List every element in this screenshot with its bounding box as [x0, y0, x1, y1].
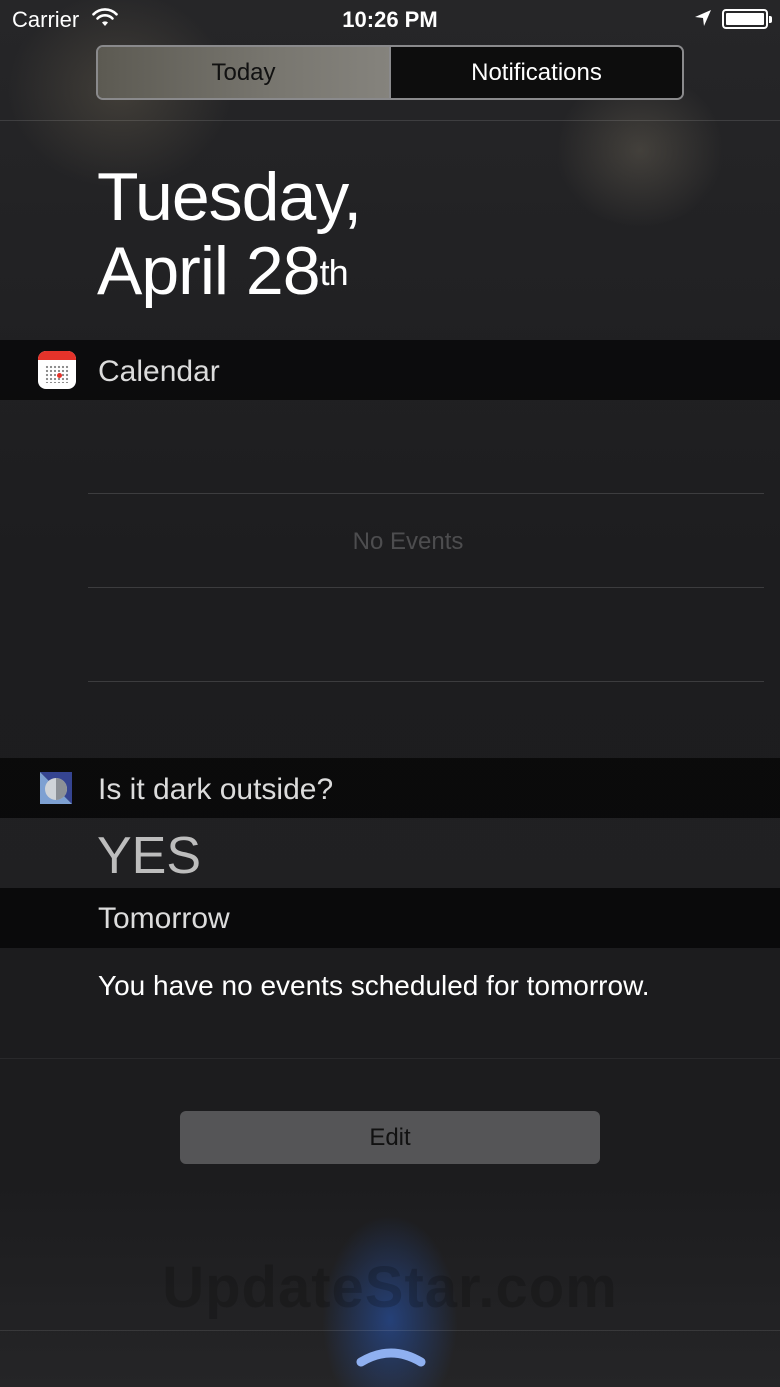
dark-outside-icon — [40, 772, 72, 804]
tomorrow-widget-title: Tomorrow — [98, 902, 230, 935]
battery-nub — [769, 16, 772, 23]
date-month-day-text: April 28 — [97, 233, 321, 309]
status-time: 10:26 PM — [342, 7, 438, 32]
tomorrow-summary: You have no events scheduled for tomorro… — [98, 970, 650, 1001]
battery-icon — [722, 9, 772, 29]
tab-notifications[interactable]: Notifications — [389, 47, 682, 98]
calendar-row-divider — [88, 493, 764, 494]
dark-outside-widget-title: Is it dark outside? — [98, 773, 334, 806]
date-heading: Tuesday, April 28th — [97, 159, 362, 308]
date-weekday: Tuesday, — [97, 159, 362, 235]
dark-outside-widget-header[interactable]: Is it dark outside? — [0, 758, 780, 818]
calendar-icon-today-dot — [57, 373, 62, 378]
calendar-row-divider — [88, 587, 764, 588]
no-events-label: No Events — [352, 528, 464, 555]
divider — [0, 1330, 780, 1331]
close-handle-chevron-icon[interactable] — [356, 1344, 426, 1370]
calendar-widget-header[interactable]: Calendar — [0, 340, 780, 400]
segmented-control: Today Notifications — [96, 45, 684, 100]
dark-outside-answer: YES — [97, 827, 202, 885]
location-arrow-icon — [695, 10, 711, 26]
date-month-day: April 28th — [97, 234, 361, 308]
date-ordinal-suffix: th — [319, 252, 349, 293]
calendar-row-divider — [88, 681, 764, 682]
divider — [0, 1058, 780, 1059]
divider — [0, 120, 780, 121]
notification-center-screen: Carrier 10:26 PM Today Notifications Tue… — [0, 0, 780, 1387]
calendar-icon-band — [38, 351, 76, 360]
calendar-icon — [38, 351, 76, 389]
calendar-widget-title: Calendar — [98, 355, 220, 388]
watermark: UpdateStar.com — [162, 1255, 618, 1320]
tomorrow-widget-header[interactable]: Tomorrow — [0, 888, 780, 948]
edit-button[interactable]: Edit — [180, 1111, 600, 1164]
status-bar: Carrier 10:26 PM — [0, 0, 780, 40]
battery-fill — [726, 13, 764, 25]
tab-today[interactable]: Today — [98, 47, 389, 98]
